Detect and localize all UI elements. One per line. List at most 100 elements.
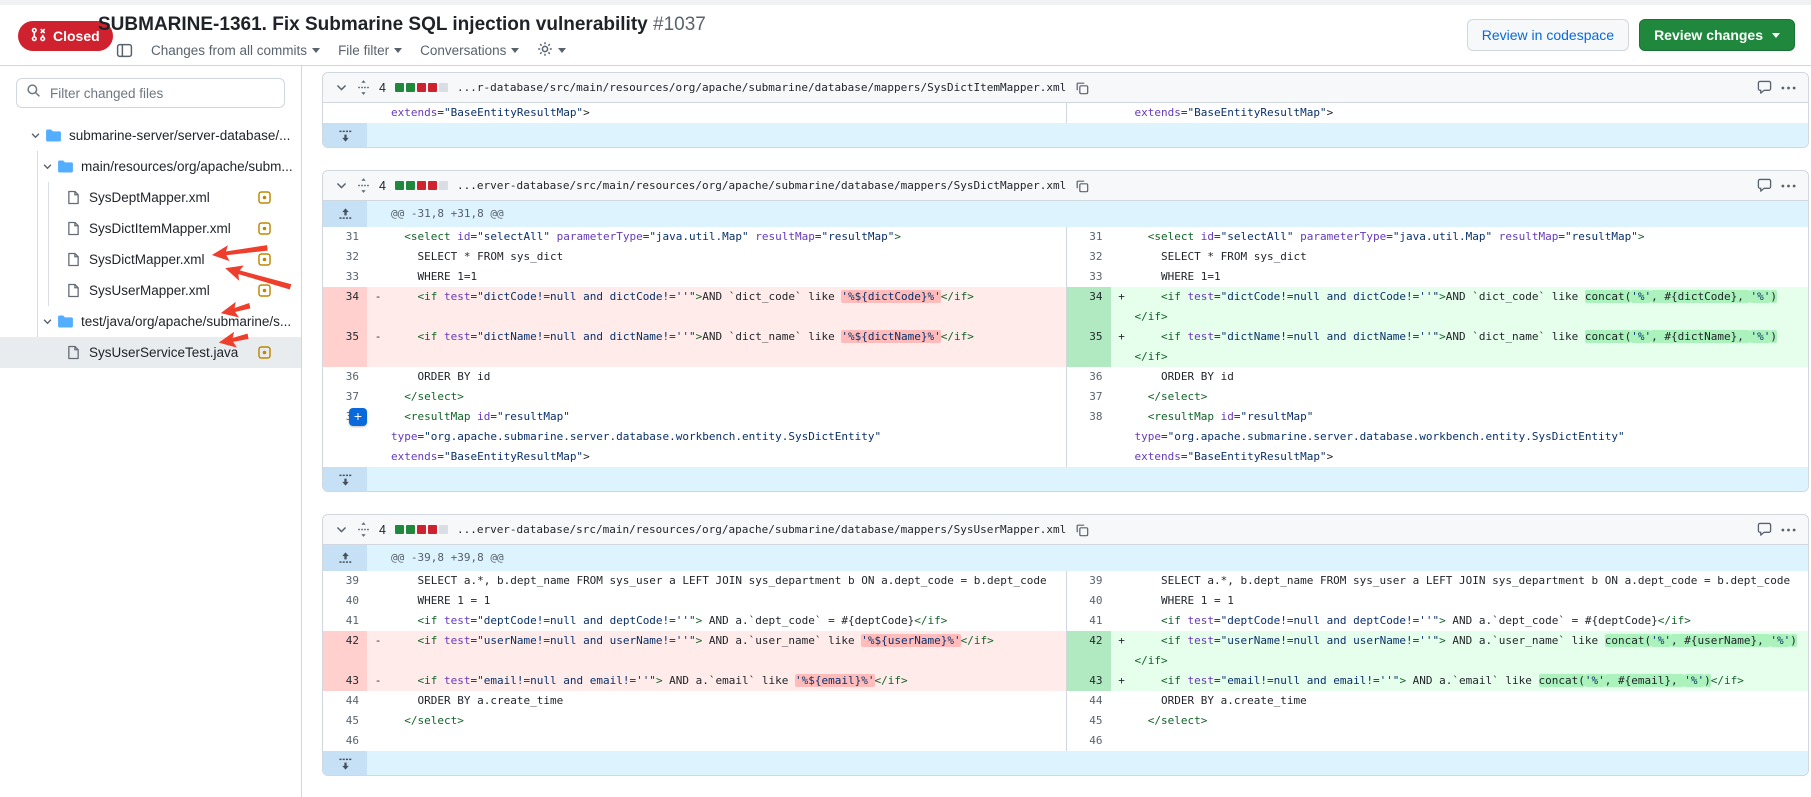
comment-icon[interactable] [1757,522,1772,537]
line-number[interactable]: 43 [323,671,367,691]
changes-from-dropdown[interactable]: Changes from all commits [151,43,320,58]
expand-down-button[interactable] [323,751,367,775]
collapse-chevron-icon[interactable] [335,81,348,94]
comment-icon[interactable] [1757,80,1772,95]
line-number[interactable]: 41 [1067,611,1111,631]
changes-count: 4 [379,523,386,537]
diff-row: 38 <resultMap id="resultMap" type="org.a… [323,407,1808,467]
tree-file-item[interactable]: SysUserMapper.xml [0,275,301,306]
code-line [1133,731,1809,751]
line-number[interactable]: 32 [1067,247,1111,267]
tree-file-item[interactable]: SysDeptMapper.xml [0,182,301,213]
code-line: </select> [1133,387,1809,407]
tree-folder-item[interactable]: submarine-server/server-database/... [0,120,301,151]
code-line: <if test="deptCode!=null and deptCode!='… [389,611,1066,631]
page-title: SUBMARINE-1361. Fix Submarine SQL inject… [98,14,706,36]
line-number[interactable]: 34 [323,287,367,327]
line-number[interactable]: 36 [1067,367,1111,387]
file-filter-dropdown[interactable]: File filter [338,43,402,58]
drag-handle-icon[interactable] [357,522,370,537]
line-number[interactable]: 37 [323,387,367,407]
line-number[interactable]: 45 [1067,711,1111,731]
tree-file-item[interactable]: SysUserServiceTest.java [0,337,301,368]
line-number[interactable]: 42 [1067,631,1111,671]
diff-panel-header: 4 ...erver-database/src/main/resources/or… [323,515,1808,545]
line-number[interactable]: 42 [323,631,367,671]
line-number[interactable]: 44 [1067,691,1111,711]
kebab-menu-icon[interactable] [1781,184,1796,188]
expand-down-button[interactable] [323,123,367,147]
chevron-down-icon[interactable] [38,316,56,327]
line-number[interactable]: 44 [323,691,367,711]
expand-down-button[interactable] [323,467,367,491]
kebab-menu-icon[interactable] [1781,528,1796,532]
copy-path-icon[interactable] [1075,523,1089,537]
line-number[interactable]: 46 [323,731,367,751]
line-number[interactable]: 33 [323,267,367,287]
line-number[interactable]: 41 [323,611,367,631]
copy-path-icon[interactable] [1075,179,1089,193]
drag-handle-icon[interactable] [357,178,370,193]
review-in-codespace-button[interactable]: Review in codespace [1467,19,1629,51]
diff-right-cell: 44 ORDER BY a.create_time [1066,691,1809,711]
conversations-dropdown[interactable]: Conversations [420,43,519,58]
line-number[interactable] [323,103,367,123]
filter-changed-files-input[interactable] [48,85,275,102]
line-number[interactable]: 39 [1067,571,1111,591]
drag-handle-icon[interactable] [357,80,370,95]
line-number[interactable]: 33 [1067,267,1111,287]
line-number[interactable] [1067,103,1111,123]
review-changes-button[interactable]: Review changes [1639,19,1795,51]
diff-settings-dropdown[interactable] [537,41,566,60]
tree-file-item[interactable]: SysDictMapper.xml [0,244,301,275]
diff-marker [367,103,389,123]
comment-icon[interactable] [1757,178,1772,193]
diff-marker [1111,387,1133,407]
line-number[interactable]: 45 [323,711,367,731]
collapse-chevron-icon[interactable] [335,179,348,192]
tree-folder-item[interactable]: test/java/org/apache/submarine/s... [0,306,301,337]
line-number[interactable]: 35 [323,327,367,367]
diff-left-cell: 38 <resultMap id="resultMap" type="org.a… [323,407,1066,467]
line-number[interactable]: 39 [323,571,367,591]
diff-left-cell: 43- <if test="email!=null and email!=''"… [323,671,1066,691]
add-comment-button[interactable]: + [349,408,367,426]
diffstat-addition-square [395,181,404,190]
line-number[interactable]: 43 [1067,671,1111,691]
sidebar-toggle-icon[interactable] [116,42,133,59]
file-path[interactable]: ...erver-database/src/main/resources/org… [457,523,1066,536]
line-number[interactable]: 40 [1067,591,1111,611]
line-number[interactable]: 38 [1067,407,1111,467]
diff-row: 37 </select>37 </select> [323,387,1808,407]
caret-down-icon [558,48,566,53]
diff-marker [367,227,389,247]
diff-right-cell: 31 <select id="selectAll" parameterType=… [1066,227,1809,247]
diff-marker [367,711,389,731]
folder-icon [56,160,74,173]
diffstat-deletion-square [417,83,426,92]
expand-up-button[interactable] [323,201,367,227]
chevron-down-icon[interactable] [26,130,44,141]
line-number[interactable]: 40 [323,591,367,611]
kebab-menu-icon[interactable] [1781,86,1796,90]
line-number[interactable]: 36 [323,367,367,387]
line-number[interactable]: 31 [1067,227,1111,247]
line-number[interactable]: 35 [1067,327,1111,367]
collapse-chevron-icon[interactable] [335,523,348,536]
file-path[interactable]: ...r-database/src/main/resources/org/apa… [457,81,1066,94]
tree-file-item[interactable]: SysDictItemMapper.xml [0,213,301,244]
expand-up-button[interactable] [323,545,367,571]
line-number[interactable]: 34 [1067,287,1111,327]
tree-folder-item[interactable]: main/resources/org/apache/subm... [0,151,301,182]
line-number[interactable]: 46 [1067,731,1111,751]
diff-panel: 4 ...erver-database/src/main/resources/or… [322,514,1809,776]
line-number[interactable]: 37 [1067,387,1111,407]
line-number[interactable]: 31 [323,227,367,247]
code-line [389,731,1066,751]
diff-marker [1111,227,1133,247]
file-path[interactable]: ...erver-database/src/main/resources/org… [457,179,1066,192]
diff-marker: + [1111,287,1133,327]
chevron-down-icon[interactable] [38,161,56,172]
line-number[interactable]: 32 [323,247,367,267]
copy-path-icon[interactable] [1075,81,1089,95]
